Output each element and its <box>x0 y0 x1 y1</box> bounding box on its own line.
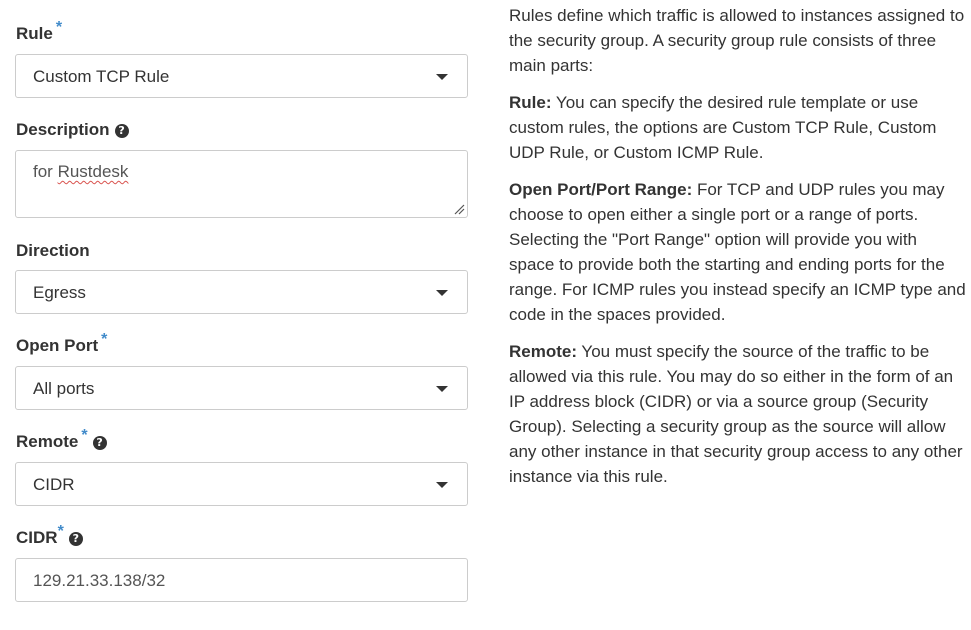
description-label-text: Description <box>16 120 110 139</box>
help-intro: Rules define which traffic is allowed to… <box>509 6 965 75</box>
cidr-label: CIDR*? <box>16 523 83 549</box>
help-remote-title: Remote: <box>509 342 578 361</box>
resize-handle-icon[interactable] <box>453 203 465 215</box>
required-asterisk: * <box>101 331 108 348</box>
cidr-input[interactable]: 129.21.33.138/32 <box>15 558 468 602</box>
direction-label-text: Direction <box>16 241 90 260</box>
required-asterisk: * <box>57 523 64 540</box>
rule-label-text: Rule <box>16 24 53 43</box>
help-panel: Rules define which traffic is allowed to… <box>509 3 967 501</box>
open-port-label: Open Port * <box>16 331 107 357</box>
description-textarea[interactable]: for Rustdesk <box>15 150 468 218</box>
caret-down-icon <box>436 482 448 488</box>
caret-down-icon <box>436 386 448 392</box>
question-circle-icon[interactable]: ? <box>68 532 83 546</box>
direction-select-value: Egress <box>33 283 86 302</box>
question-circle-icon[interactable]: ? <box>114 124 129 138</box>
help-rule-title: Rule: <box>509 93 552 112</box>
open-port-select-value: All ports <box>33 379 95 398</box>
description-label: Description? <box>16 120 129 140</box>
help-port-paragraph: Open Port/Port Range: For TCP and UDP ru… <box>509 177 967 327</box>
description-value-misspelled-word: Rustdesk <box>57 162 129 181</box>
remote-label: Remote *? <box>16 427 107 453</box>
remote-select[interactable]: CIDR <box>15 462 468 506</box>
open-port-select[interactable]: All ports <box>15 366 468 410</box>
description-value-prefix: for <box>33 162 58 181</box>
help-remote-text: You must specify the source of the traff… <box>509 342 963 486</box>
caret-down-icon <box>436 74 448 80</box>
help-rule-text: You can specify the desired rule templat… <box>509 93 937 162</box>
description-textarea-value: for Rustdesk <box>33 162 128 182</box>
rule-label: Rule * <box>16 19 62 45</box>
remote-label-text: Remote <box>16 432 79 451</box>
help-rule-paragraph: Rule: You can specify the desired rule t… <box>509 90 967 165</box>
required-asterisk: * <box>55 19 63 36</box>
direction-label: Direction <box>16 241 90 261</box>
open-port-label-text: Open Port <box>16 336 99 355</box>
help-remote-paragraph: Remote: You must specify the source of t… <box>509 339 967 489</box>
remote-select-value: CIDR <box>33 475 75 494</box>
cidr-label-text: CIDR <box>16 528 58 547</box>
direction-select[interactable]: Egress <box>15 270 468 314</box>
required-asterisk: * <box>81 427 88 444</box>
rule-select[interactable]: Custom TCP Rule <box>15 54 468 98</box>
help-port-text: For TCP and UDP rules you may choose to … <box>509 180 966 324</box>
cidr-input-value: 129.21.33.138/32 <box>33 571 166 590</box>
help-port-title: Open Port/Port Range: <box>509 180 693 199</box>
question-circle-icon[interactable]: ? <box>92 436 107 450</box>
rule-select-value: Custom TCP Rule <box>33 67 170 86</box>
caret-down-icon <box>436 290 448 296</box>
